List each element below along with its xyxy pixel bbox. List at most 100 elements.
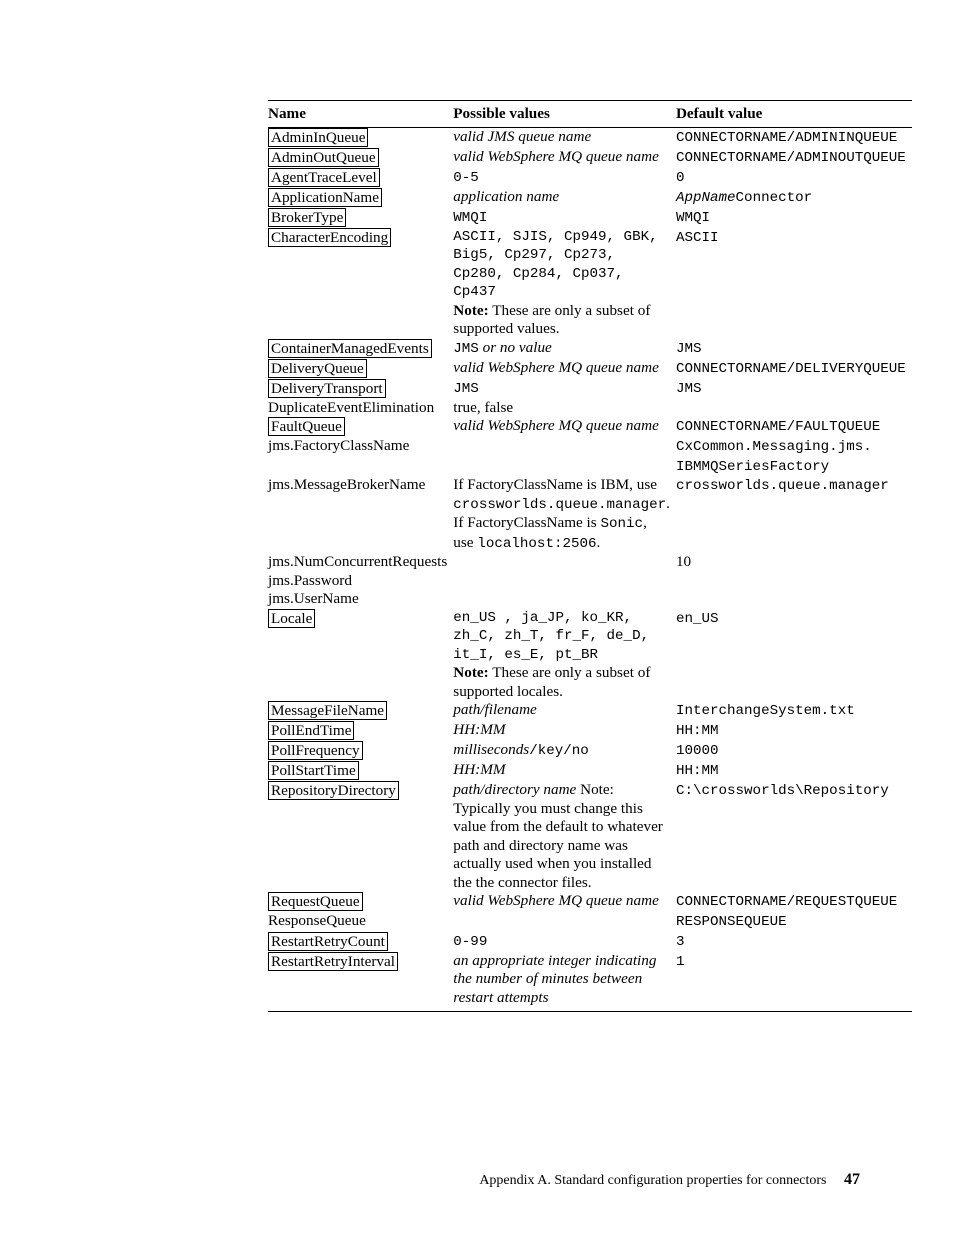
cell-vals: milliseconds/key/no [453,741,676,761]
text-run: localhost:2506 [477,536,596,552]
property-link[interactable]: AgentTraceLevel [268,168,380,187]
cell-def: HH:MM [676,721,912,741]
cell-name: PollStartTime [268,761,453,781]
text-run: application name [453,188,559,205]
cell-vals: application name [453,188,676,208]
table-row: Locale en_US , ja_JP, ko_KR, zh_C, zh_T, … [268,609,912,702]
text-run: or no value [479,339,552,356]
cell-def: 10000 [676,741,912,761]
table-row: PollFrequencymilliseconds/key/no10000 [268,741,912,761]
table-row: ContainerManagedEventsJMS or no valueJMS [268,339,912,359]
cell-vals: valid WebSphere MQ queue name [453,417,676,437]
property-link[interactable]: DeliveryTransport [268,379,386,398]
text-run: jms.Password [268,572,352,589]
text-run: valid WebSphere MQ queue name [453,892,659,909]
cell-vals: valid WebSphere MQ queue name [453,148,676,168]
property-link[interactable]: RequestQueue [268,892,363,911]
page-footer: Appendix A. Standard configuration prope… [479,1171,860,1189]
cell-def: 10 [676,553,912,572]
cell-def: AppNameConnector [676,188,912,208]
cell-def: CONNECTORNAME/DELIVERYQUEUE [676,359,912,379]
table-row: ApplicationName application name AppNameCo… [268,188,912,208]
text-run: ASCII [676,230,719,246]
cell-name: jms.FactoryClassName [268,437,453,476]
text-run: valid WebSphere MQ queue name [453,359,659,376]
cell-name: DuplicateEventElimination [268,399,453,418]
cell-vals [453,553,676,572]
cell-name: PollFrequency [268,741,453,761]
cell-def [676,590,912,609]
text-run: AppName [676,190,736,206]
property-link[interactable]: MessageFileName [268,701,387,720]
table-row: RepositoryDirectory path/directory name N… [268,781,912,892]
cell-name: ContainerManagedEvents [268,339,453,359]
text-run: RESPONSEQUEUE [676,914,787,930]
property-link[interactable]: PollStartTime [268,761,359,780]
text-run: CONNECTORNAME/FAULTQUEUE [676,419,880,435]
text-run: 0 [676,170,685,186]
property-link[interactable]: CharacterEncoding [268,228,391,247]
cell-name: RestartRetryInterval [268,952,453,1012]
cell-def: CxCommon.Messaging.jms. IBMMQSeriesFacto… [676,437,912,476]
cell-name: PollEndTime [268,721,453,741]
cell-vals: JMS [453,379,676,399]
text-run: HH:MM [676,723,719,739]
cell-def: CONNECTORNAME/REQUESTQUEUE [676,892,912,912]
cell-name: AdminInQueue [268,127,453,148]
property-link[interactable]: RestartRetryCount [268,932,388,951]
property-link[interactable]: PollFrequency [268,741,363,760]
cell-vals: an appropriate integer indicating the nu… [453,952,676,1012]
cell-name: AgentTraceLevel [268,168,453,188]
text-run: If FactoryClassName is IBM, use [453,476,657,493]
text-run: /key/no [529,743,589,759]
table-row: AdminInQueuevalid JMS queue nameCONNECTO… [268,127,912,148]
cell-def: ASCII [676,228,912,339]
property-link[interactable]: RestartRetryInterval [268,952,398,971]
property-link[interactable]: BrokerType [268,208,346,227]
table-row: jms.MessageBrokerName If FactoryClassName… [268,476,912,553]
cell-def: CONNECTORNAME/FAULTQUEUE [676,417,912,437]
text-run: . [597,534,601,551]
property-link[interactable]: RepositoryDirectory [268,781,399,800]
cell-vals: path/filename [453,701,676,721]
property-link[interactable]: DeliveryQueue [268,359,367,378]
cell-def: WMQI [676,208,912,228]
property-link[interactable]: PollEndTime [268,721,354,740]
cell-def: en_US [676,609,912,702]
property-link[interactable]: ContainerManagedEvents [268,339,432,358]
text-run: valid JMS queue name [453,128,591,145]
text-run: ResponseQueue [268,912,366,929]
text-run: jms.UserName [268,590,359,607]
text-run: crossworlds.queue.manager [453,497,666,513]
cell-name: ApplicationName [268,188,453,208]
cell-vals: HH:MM [453,761,676,781]
text-run: ASCII, SJIS, Cp949, GBK, Big5, Cp297, Cp… [453,228,670,302]
text-run: an appropriate integer indicating the nu… [453,952,656,1006]
cell-vals [453,572,676,591]
property-link[interactable]: ApplicationName [268,188,382,207]
cell-def: 0 [676,168,912,188]
text-run: Sonic [600,516,643,532]
cell-name: RequestQueue [268,892,453,912]
cell-def: JMS [676,339,912,359]
property-link[interactable]: FaultQueue [268,417,345,436]
text-run: CONNECTORNAME/REQUESTQUEUE [676,894,897,910]
text-run: 1 [676,954,685,970]
text-run: en_US , ja_JP, ko_KR, zh_C, zh_T, fr_F, … [453,609,670,665]
property-link[interactable]: AdminInQueue [268,128,368,147]
cell-def [676,399,912,418]
text-run: DuplicateEventElimination [268,399,434,416]
table-row: AdminOutQueue valid WebSphere MQ queue na… [268,148,912,168]
text-run: milliseconds [453,741,529,758]
cell-vals: WMQI [453,208,676,228]
cell-vals [453,912,676,932]
cell-name: jms.UserName [268,590,453,609]
cell-vals: path/directory name Note: Typically you … [453,781,676,892]
text-run: path/filename [453,701,537,718]
col-header-values: Possible values [453,101,676,128]
text-run: jms.MessageBrokerName [268,476,425,493]
property-link[interactable]: Locale [268,609,315,628]
footer-page-number: 47 [844,1171,860,1188]
text-run: en_US [676,611,719,627]
property-link[interactable]: AdminOutQueue [268,148,379,167]
